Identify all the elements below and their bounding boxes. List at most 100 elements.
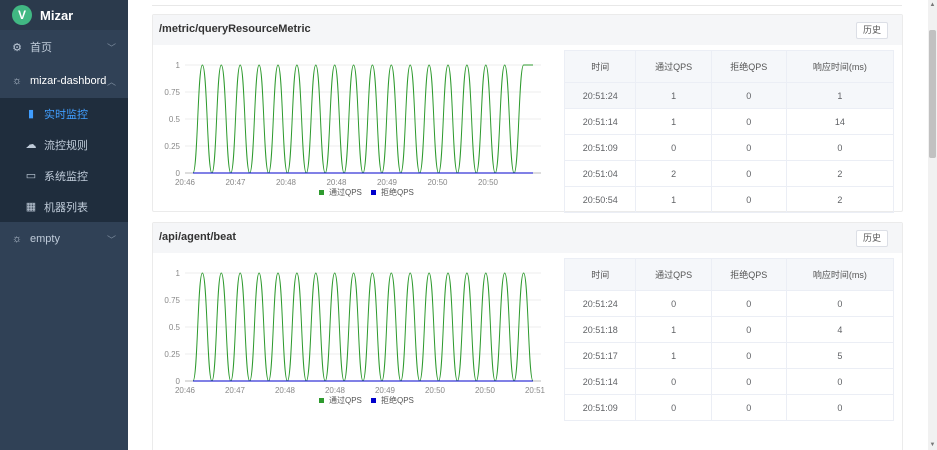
scroll-down-arrow-icon[interactable]: ▼ [928, 440, 937, 450]
table-cell: 1 [635, 342, 712, 369]
grid-icon: ▦ [25, 201, 37, 213]
table-cell: 20:50:54 [563, 186, 637, 213]
vue-logo-icon: V [12, 5, 32, 25]
sidebar-item-label: 流控规则 [44, 139, 88, 152]
y-tick-label: 1 [176, 61, 181, 70]
chevron-up-icon: ︿ [106, 76, 116, 87]
table-cell: 20:51:14 [563, 108, 637, 135]
sidebar-item-flow-rules[interactable]: ☁ 流控规则 [0, 129, 128, 160]
table-cell: 4 [785, 316, 895, 343]
table-cell: 14 [785, 108, 895, 135]
legend-label-pass: 通过QPS [329, 395, 362, 405]
table-cell: 20:51:04 [563, 160, 637, 187]
table-cell: 1 [635, 186, 712, 213]
sun-icon: ☼ [11, 233, 23, 245]
metric-table: 时间 通过QPS 拒绝QPS 响应时间(ms) 20:51:24 1 0 1 2… [563, 50, 895, 213]
table-cell: 0 [710, 82, 787, 109]
table-cell: 20:51:14 [563, 368, 637, 395]
table-row: 20:51:17 1 0 5 [563, 342, 895, 369]
table-cell: 1 [635, 316, 712, 343]
table-cell: 0 [710, 186, 787, 213]
legend-label-reject: 拒绝QPS [381, 395, 414, 405]
y-tick-label: 1 [176, 269, 181, 278]
table-cell: 2 [635, 160, 712, 187]
table-cell: 20:51:18 [563, 316, 637, 343]
column-header: 拒绝QPS [710, 258, 787, 291]
table-cell: 0 [635, 368, 712, 395]
scrollbar[interactable]: ▲ ▼ [928, 0, 937, 450]
legend-swatch-pass [319, 190, 324, 195]
chevron-down-icon: ﹀ [106, 42, 116, 53]
column-header: 通过QPS [635, 50, 712, 83]
table-cell: 0 [710, 394, 787, 421]
sidebar-item-empty[interactable]: ☼ empty ﹀ [0, 222, 128, 256]
x-tick-label: 20:49 [375, 386, 396, 395]
sidebar-item-home[interactable]: ⚙ 首页 ﹀ [0, 30, 128, 64]
metric-chart: 0 0.25 0.5 0.75 1 20:46 20:47 20:48 20:48 20:49 20… [164, 61, 541, 197]
x-tick-label: 20:48 [326, 178, 347, 187]
sidebar-item-system-monitor[interactable]: ▭ 系统监控 [0, 160, 128, 191]
x-tick-label: 20:48 [276, 178, 297, 187]
table-cell: 0 [635, 394, 712, 421]
table-cell: 20:51:09 [563, 394, 637, 421]
table-row: 20:50:54 1 0 2 [563, 186, 895, 213]
column-header: 拒绝QPS [710, 50, 787, 83]
history-button[interactable]: 历史 [856, 22, 888, 39]
x-tick-label: 20:46 [175, 386, 196, 395]
x-tick-label: 20:49 [377, 178, 398, 187]
legend-label-pass: 通过QPS [329, 187, 362, 197]
x-tick-label: 20:47 [225, 386, 246, 395]
x-tick-label: 20:46 [175, 178, 196, 187]
table-cell: 20:51:17 [563, 342, 637, 369]
column-header: 响应时间(ms) [785, 258, 895, 291]
table-cell: 20:51:24 [563, 82, 637, 109]
sidebar-item-realtime-monitor[interactable]: ▮ 实时监控 [0, 98, 128, 129]
x-tick-label: 20:50 [427, 178, 448, 187]
table-cell: 0 [710, 108, 787, 135]
table-row: 20:51:24 1 0 1 [563, 82, 895, 109]
cloud-icon: ☁ [25, 139, 37, 151]
table-cell: 0 [710, 134, 787, 161]
sidebar-item-machine-list[interactable]: ▦ 机器列表 [0, 191, 128, 222]
column-header: 通过QPS [635, 258, 712, 291]
panel-title: /metric/queryResourceMetric [159, 23, 311, 35]
table-row: 20:51:09 0 0 0 [563, 134, 895, 161]
sun-icon: ☼ [11, 75, 23, 87]
scrollbar-thumb[interactable] [929, 30, 936, 158]
sidebar-item-mizar-dashbord[interactable]: ☼ mizar-dashbord ︿ [0, 64, 128, 98]
table-cell: 0 [635, 134, 712, 161]
history-button[interactable]: 历史 [856, 230, 888, 247]
chevron-down-icon: ﹀ [106, 234, 116, 245]
main-content: /metric/queryResourceMetric 历史 0 0.25 0.5 0… [128, 0, 937, 450]
app-logo[interactable]: V Mizar [0, 0, 128, 30]
table-cell: 20:51:09 [563, 134, 637, 161]
y-tick-label: 0.5 [169, 115, 181, 124]
app-name: Mizar [40, 7, 74, 23]
column-header: 响应时间(ms) [785, 50, 895, 83]
x-tick-label: 20:50 [475, 386, 496, 395]
sidebar-item-label: empty [30, 233, 60, 245]
x-tick-label: 20:50 [478, 178, 499, 187]
table-cell: 2 [785, 186, 895, 213]
divider [152, 0, 902, 6]
table-cell: 0 [785, 134, 895, 161]
table-cell: 0 [710, 368, 787, 395]
legend-label-reject: 拒绝QPS [381, 187, 414, 197]
gear-icon: ⚙ [12, 41, 22, 54]
x-tick-label: 20:48 [275, 386, 296, 395]
table-cell: 1 [785, 82, 895, 109]
table-cell: 0 [785, 368, 895, 395]
y-tick-label: 0 [176, 377, 181, 386]
table-cell: 1 [635, 82, 712, 109]
sidebar-item-label: mizar-dashbord [30, 75, 107, 87]
agent-beat-chart: 0 0.25 0.5 0.75 1 20:46 20:47 20:48 20:48 20:49 20… [164, 269, 545, 405]
table-cell: 0 [710, 342, 787, 369]
table-row: 20:51:14 0 0 0 [563, 368, 895, 395]
table-cell: 0 [710, 316, 787, 343]
scroll-up-arrow-icon[interactable]: ▲ [928, 0, 937, 10]
agent-beat-table: 时间 通过QPS 拒绝QPS 响应时间(ms) 20:51:24 0 0 0 2… [563, 258, 895, 421]
column-header: 时间 [563, 258, 637, 291]
table-row: 20:51:24 0 0 0 [563, 290, 895, 317]
table-cell: 2 [785, 160, 895, 187]
y-tick-label: 0.25 [164, 142, 180, 151]
